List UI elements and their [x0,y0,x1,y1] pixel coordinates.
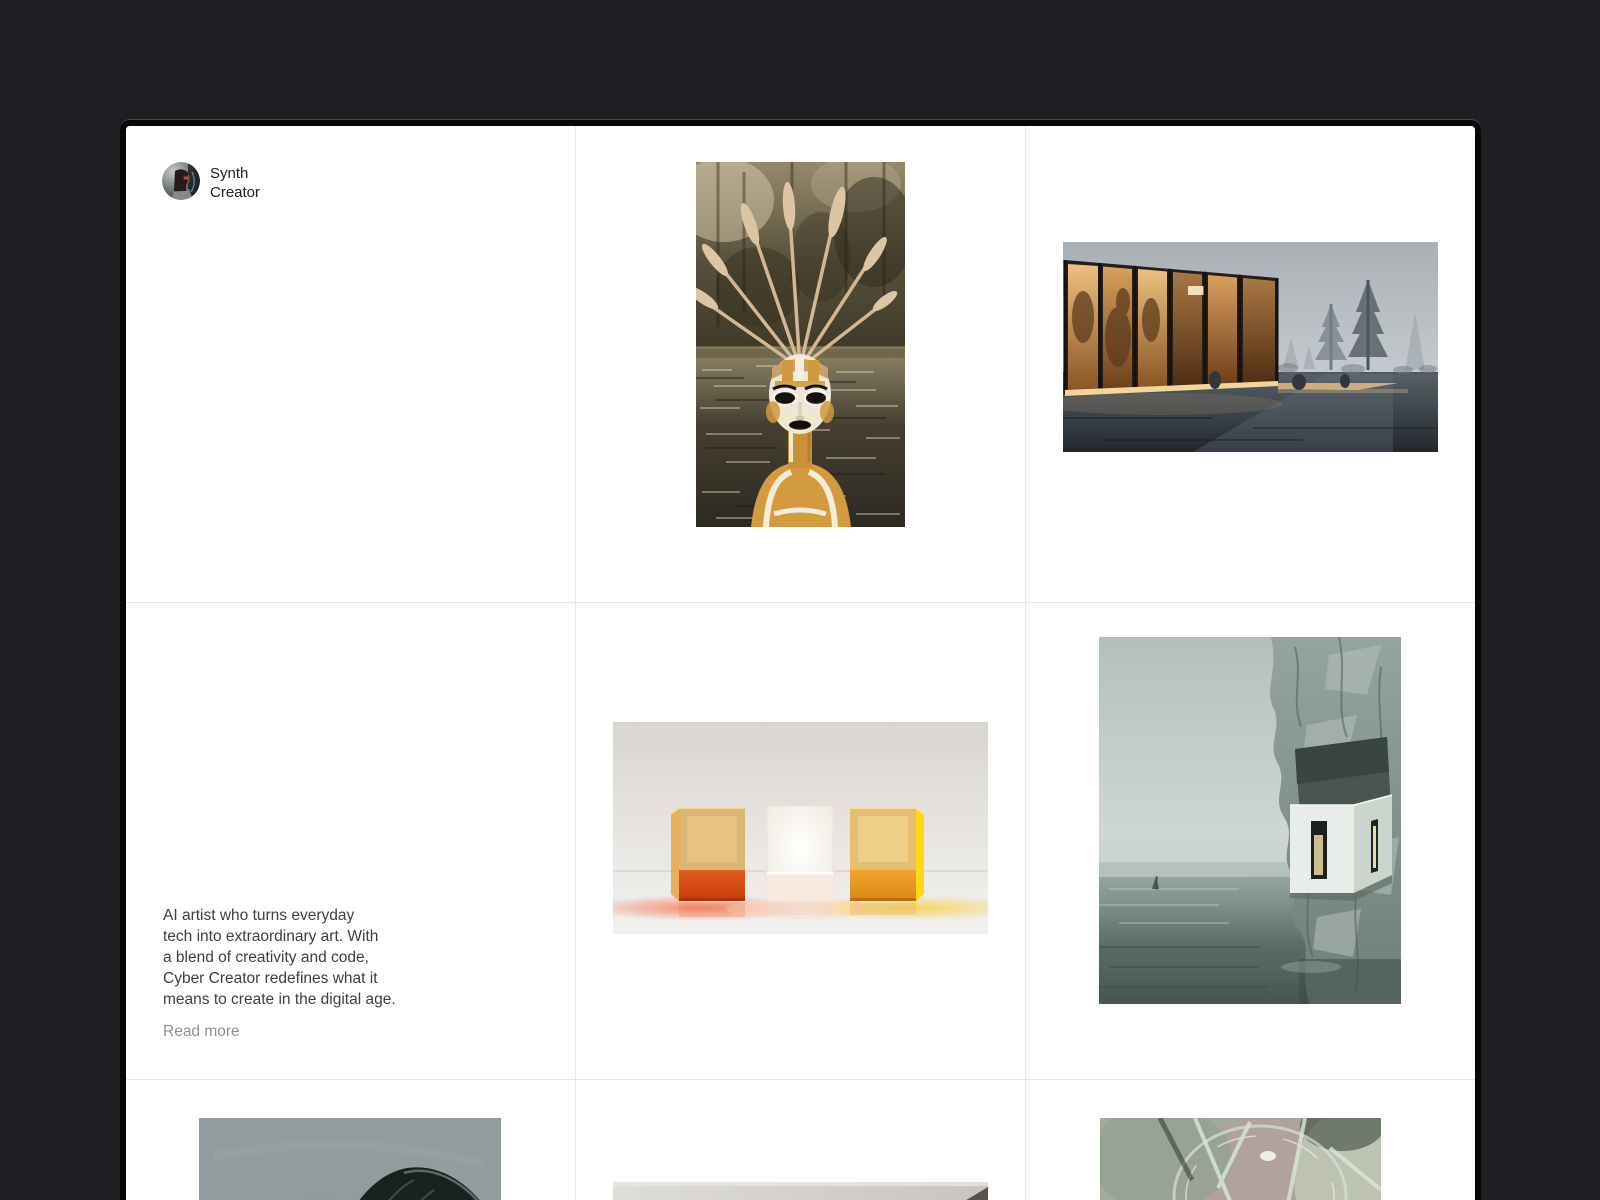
artwork-tribal-portrait[interactable] [696,162,905,527]
browser-window: Synth Creator AI artist who turns everyd… [120,120,1481,1200]
grid-divider-horizontal-2 [126,1079,1475,1080]
profile-avatar [162,162,200,200]
foggy-glass-pavilion-image [1063,242,1438,452]
grid-divider-horizontal-1 [126,602,1475,603]
read-more-link[interactable]: Read more [163,1023,240,1041]
grid-divider-vertical-2 [1025,126,1026,1200]
cliff-cube-house-image [1099,637,1401,1004]
artwork-foggy-glass-pavilion[interactable] [1063,242,1438,452]
light-product-image [613,1182,988,1200]
artwork-painted-portrait[interactable] [199,1118,501,1200]
painted-portrait-image [199,1118,501,1200]
artwork-shattered-glass[interactable] [1100,1118,1381,1200]
profile-header-link[interactable]: Synth Creator [162,162,272,202]
grid-divider-vertical-1 [575,126,576,1200]
profile-bio: AI artist who turns everyday tech into e… [163,905,413,1010]
artwork-cliff-cube-house[interactable] [1099,637,1401,1004]
avatar-image [162,162,200,200]
portfolio-page: Synth Creator AI artist who turns everyd… [126,126,1475,1200]
profile-name: Synth Creator [210,162,272,202]
desktop-background: Synth Creator AI artist who turns everyd… [0,0,1600,1200]
tribal-portrait-image [696,162,905,527]
artwork-light-product[interactable] [613,1182,988,1200]
glass-cubes-image [613,722,988,934]
shattered-glass-image [1100,1118,1381,1200]
artwork-glass-cubes[interactable] [613,722,988,934]
